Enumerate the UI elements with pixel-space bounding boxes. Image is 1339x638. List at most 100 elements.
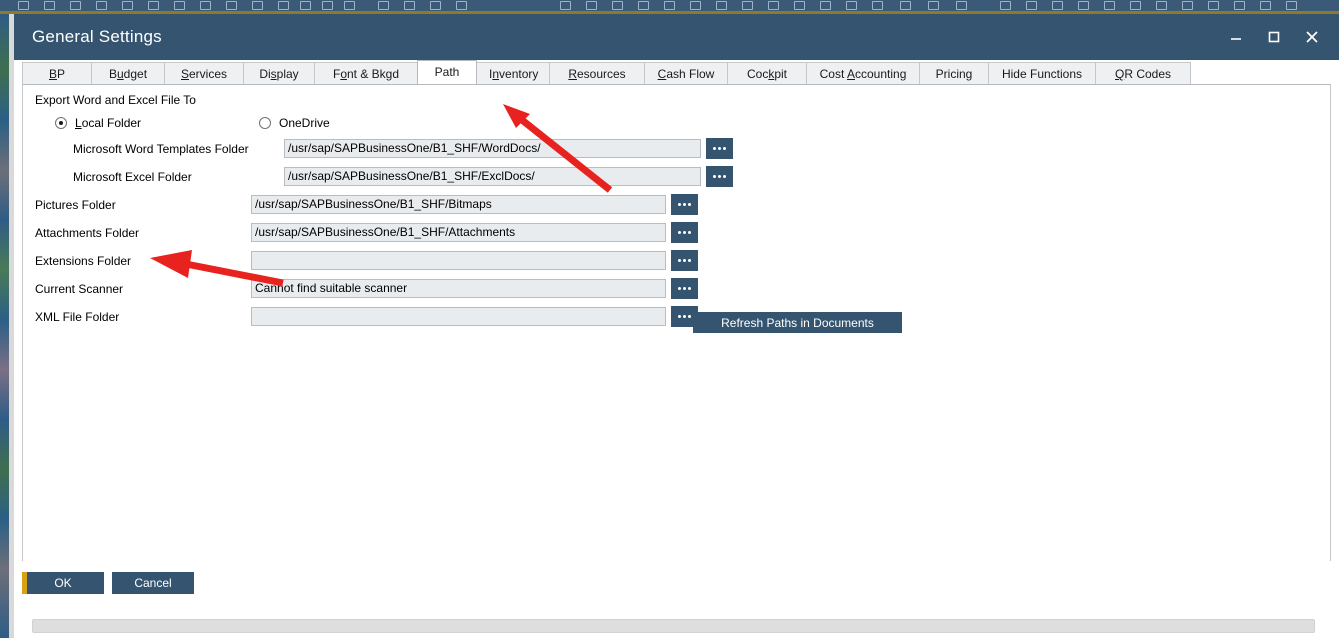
browse-button-microsoft-excel-folder[interactable]: [706, 166, 733, 187]
toolbar-icon[interactable]: [690, 1, 701, 10]
tab-cash-flow[interactable]: Cash Flow: [644, 62, 728, 84]
toolbar-icon[interactable]: [122, 1, 133, 10]
cancel-button[interactable]: Cancel: [112, 572, 194, 594]
toolbar-icon[interactable]: [1182, 1, 1193, 10]
window-controls: [1219, 14, 1329, 60]
refresh-paths-in-documents-button[interactable]: Refresh Paths in Documents: [693, 312, 902, 333]
ellipsis-dot: [718, 175, 721, 178]
toolbar-icon[interactable]: [1260, 1, 1271, 10]
browse-button-pictures-folder[interactable]: [671, 194, 698, 215]
toolbar-icon[interactable]: [18, 1, 29, 10]
radio-local-folder[interactable]: Local Folder: [55, 116, 141, 130]
toolbar-icon[interactable]: [404, 1, 415, 10]
input-current-scanner[interactable]: Cannot find suitable scanner: [251, 279, 666, 298]
browse-button-microsoft-word-templates-folder[interactable]: [706, 138, 733, 159]
toolbar-icon[interactable]: [664, 1, 675, 10]
application-toolbar: [0, 0, 1339, 11]
toolbar-icon[interactable]: [344, 1, 355, 10]
browse-button-extensions-folder[interactable]: [671, 250, 698, 271]
radio-onedrive[interactable]: OneDrive: [259, 116, 330, 130]
ok-button[interactable]: OK: [22, 572, 104, 594]
toolbar-icon[interactable]: [872, 1, 883, 10]
ellipsis-dot: [678, 231, 681, 234]
toolbar-icon[interactable]: [430, 1, 441, 10]
toolbar-icon[interactable]: [1078, 1, 1089, 10]
toolbar-icon[interactable]: [900, 1, 911, 10]
toolbar-icon[interactable]: [1156, 1, 1167, 10]
tab-label: QR Codes: [1114, 67, 1172, 81]
toolbar-icon[interactable]: [560, 1, 571, 10]
close-icon[interactable]: [1295, 20, 1329, 54]
window-title: General Settings: [32, 27, 162, 46]
tab-label: Cash Flow: [657, 67, 715, 81]
tab-label: Cockpit: [746, 67, 788, 81]
toolbar-icon[interactable]: [612, 1, 623, 10]
toolbar-icon[interactable]: [1026, 1, 1037, 10]
toolbar-icon[interactable]: [928, 1, 939, 10]
toolbar-icon[interactable]: [846, 1, 857, 10]
minimize-icon[interactable]: [1219, 20, 1253, 54]
tab-pricing[interactable]: Pricing: [919, 62, 989, 84]
tab-path[interactable]: Path: [417, 60, 477, 84]
toolbar-icon[interactable]: [200, 1, 211, 10]
toolbar-icon[interactable]: [1208, 1, 1219, 10]
tab-label: Services: [180, 67, 228, 81]
input-pictures-folder[interactable]: /usr/sap/SAPBusinessOne/B1_SHF/Bitmaps: [251, 195, 666, 214]
toolbar-icon[interactable]: [148, 1, 159, 10]
tab-cost-accounting[interactable]: Cost Accounting: [806, 62, 920, 84]
tab-label: Inventory: [489, 67, 539, 81]
tab-font-bkgd[interactable]: Font & Bkgd: [314, 62, 418, 84]
toolbar-icon[interactable]: [44, 1, 55, 10]
tab-budget[interactable]: Budget: [91, 62, 165, 84]
toolbar-icon[interactable]: [174, 1, 185, 10]
tab-resources[interactable]: Resources: [549, 62, 645, 84]
ellipsis-dot: [683, 203, 686, 206]
toolbar-icon[interactable]: [226, 1, 237, 10]
browse-button-attachments-folder[interactable]: [671, 222, 698, 243]
toolbar-icon[interactable]: [70, 1, 81, 10]
toolbar-icon[interactable]: [300, 1, 311, 10]
input-microsoft-word-templates-folder[interactable]: /usr/sap/SAPBusinessOne/B1_SHF/WordDocs/: [284, 139, 701, 158]
toolbar-icon[interactable]: [378, 1, 389, 10]
ellipsis-dot: [713, 147, 716, 150]
toolbar-icon[interactable]: [1000, 1, 1011, 10]
toolbar-icon[interactable]: [456, 1, 467, 10]
toolbar-icon[interactable]: [1130, 1, 1141, 10]
toolbar-icon[interactable]: [638, 1, 649, 10]
maximize-icon[interactable]: [1257, 20, 1291, 54]
toolbar-icon[interactable]: [1234, 1, 1245, 10]
tab-inventory[interactable]: Inventory: [476, 62, 550, 84]
tab-display[interactable]: Display: [243, 62, 315, 84]
toolbar-icon[interactable]: [252, 1, 263, 10]
toolbar-icon[interactable]: [586, 1, 597, 10]
tab-cockpit[interactable]: Cockpit: [727, 62, 807, 84]
ellipsis-dot: [688, 203, 691, 206]
toolbar-icon[interactable]: [96, 1, 107, 10]
form-row-pictures-folder: Pictures Folder/usr/sap/SAPBusinessOne/B…: [35, 194, 1330, 215]
radio-local-folder-indicator: [55, 117, 67, 129]
toolbar-icon[interactable]: [768, 1, 779, 10]
input-microsoft-excel-folder[interactable]: /usr/sap/SAPBusinessOne/B1_SHF/ExclDocs/: [284, 167, 701, 186]
tab-bp[interactable]: BP: [22, 62, 92, 84]
tab-services[interactable]: Services: [164, 62, 244, 84]
input-extensions-folder[interactable]: [251, 251, 666, 270]
tab-qr-codes[interactable]: QR Codes: [1095, 62, 1191, 84]
toolbar-icon[interactable]: [742, 1, 753, 10]
label-attachments-folder: Attachments Folder: [35, 225, 140, 240]
tab-label: Font & Bkgd: [332, 67, 400, 81]
toolbar-icon[interactable]: [1286, 1, 1297, 10]
label-extensions-folder: Extensions Folder: [35, 253, 132, 268]
tab-hide-functions[interactable]: Hide Functions: [988, 62, 1096, 84]
input-attachments-folder[interactable]: /usr/sap/SAPBusinessOne/B1_SHF/Attachmen…: [251, 223, 666, 242]
toolbar-icon[interactable]: [322, 1, 333, 10]
toolbar-icon[interactable]: [794, 1, 805, 10]
toolbar-icon[interactable]: [278, 1, 289, 10]
toolbar-icon[interactable]: [1052, 1, 1063, 10]
ellipsis-dot: [718, 147, 721, 150]
input-xml-file-folder[interactable]: [251, 307, 666, 326]
browse-button-current-scanner[interactable]: [671, 278, 698, 299]
toolbar-icon[interactable]: [1104, 1, 1115, 10]
toolbar-icon[interactable]: [956, 1, 967, 10]
toolbar-icon[interactable]: [716, 1, 727, 10]
toolbar-icon[interactable]: [820, 1, 831, 10]
